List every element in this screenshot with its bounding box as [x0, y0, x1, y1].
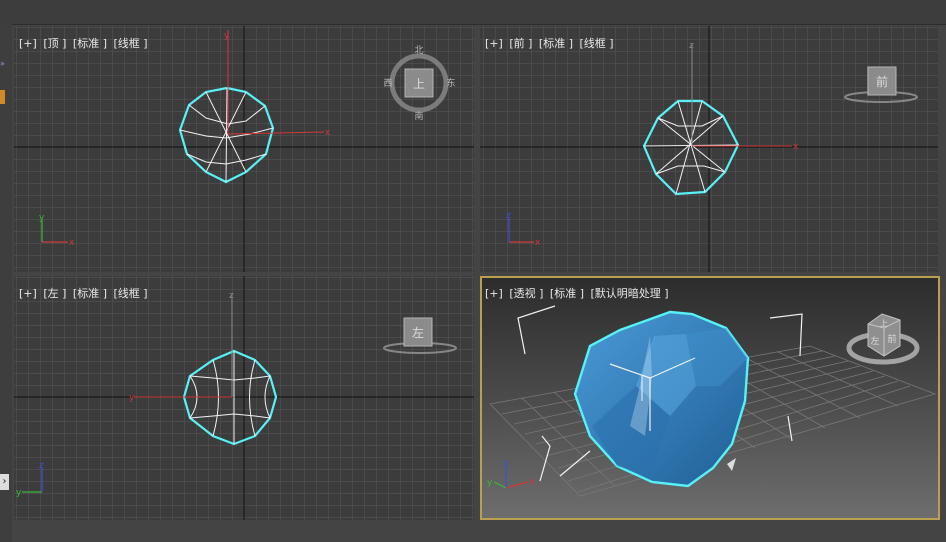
expand-arrow-icon[interactable]: ›: [0, 474, 9, 490]
viewport-shading-menu[interactable]: [线框 ]: [114, 37, 148, 50]
viewport-front[interactable]: z x 前 x z [+] [前 ] [标准 ] [线框 ]: [480, 26, 938, 272]
gizmo-y-label: y: [129, 393, 135, 403]
tripod-x-label: x: [535, 238, 541, 248]
tripod-z-label: z: [39, 461, 44, 471]
tripod-x-label: x: [529, 477, 535, 487]
compass-east: 东: [446, 77, 455, 89]
compass-north: 北: [414, 45, 423, 56]
viewport-shading-menu[interactable]: [线框 ]: [580, 37, 614, 50]
gizmo-x-label: x: [793, 142, 799, 152]
viewcube-face-front: 前: [887, 333, 896, 345]
viewport-view-menu[interactable]: [前 ]: [509, 37, 532, 50]
viewport-menu-plus[interactable]: [+]: [485, 287, 503, 300]
viewport-shading-menu[interactable]: [默认明暗处理 ]: [591, 287, 669, 300]
tripod-x-label: x: [69, 238, 75, 248]
edge-indicator-icon[interactable]: »: [0, 60, 8, 68]
gizmo-x-label: x: [325, 128, 331, 138]
viewcube-face-label: 上: [413, 77, 425, 91]
gizmo-z-label: z: [229, 291, 234, 301]
viewport-standard-menu[interactable]: [标准 ]: [73, 37, 107, 50]
viewport-left-canvas[interactable]: z y 左 y z: [14, 276, 474, 520]
top-toolbar-strip: [0, 0, 946, 25]
viewport-left[interactable]: z y 左 y z [+] [左 ] [标准 ] [线框 ]: [14, 276, 474, 520]
viewport-top-label[interactable]: [+] [顶 ] [标准 ] [线框 ]: [19, 35, 151, 51]
viewport-standard-menu[interactable]: [标准 ]: [539, 37, 573, 50]
tripod-y-label: y: [16, 488, 22, 498]
viewcube-face-label: 左: [412, 325, 424, 340]
viewport-perspective[interactable]: 左 前 上 x z y [+] [透视 ] [标准 ] [默认明暗处理 ]: [480, 276, 940, 520]
tripod-y-label: y: [39, 213, 45, 223]
gizmo-y-label: y: [224, 31, 230, 41]
viewport-perspective-label[interactable]: [+] [透视 ] [标准 ] [默认明暗处理 ]: [485, 285, 672, 301]
edge-tab-icon[interactable]: [0, 90, 5, 104]
viewport-view-menu[interactable]: [顶 ]: [43, 37, 66, 50]
viewport-view-menu[interactable]: [透视 ]: [509, 287, 543, 300]
viewport-menu-plus[interactable]: [+]: [19, 287, 37, 300]
viewport-menu-plus[interactable]: [+]: [485, 37, 503, 50]
viewport-front-canvas[interactable]: z x 前 x z: [480, 26, 938, 272]
viewport-perspective-canvas[interactable]: 左 前 上 x z y: [480, 276, 940, 520]
viewcube-face-left: 左: [870, 335, 879, 347]
viewport-top[interactable]: y x 上 北 南 西 东 x y [+] [顶 ] [标准 ] [线框 ]: [14, 26, 474, 272]
viewport-left-label[interactable]: [+] [左 ] [标准 ] [线框 ]: [19, 285, 151, 301]
viewport-standard-menu[interactable]: [标准 ]: [73, 287, 107, 300]
viewport-standard-menu[interactable]: [标准 ]: [550, 287, 584, 300]
gizmo-z-label: z: [689, 41, 694, 51]
compass-south: 南: [414, 110, 423, 122]
viewcube-face-top: 上: [880, 319, 888, 328]
compass-west: 西: [383, 78, 392, 89]
viewport-front-label[interactable]: [+] [前 ] [标准 ] [线框 ]: [485, 35, 617, 51]
viewcube-face-label: 前: [876, 74, 888, 89]
viewport-top-canvas[interactable]: y x 上 北 南 西 东 x y: [14, 26, 474, 272]
tripod-z-label: z: [506, 211, 511, 221]
viewport-menu-plus[interactable]: [+]: [19, 37, 37, 50]
tripod-y-label: y: [487, 478, 493, 488]
viewport-shading-menu[interactable]: [线框 ]: [114, 287, 148, 300]
viewport-view-menu[interactable]: [左 ]: [43, 287, 66, 300]
tripod-z-label: z: [503, 459, 508, 469]
